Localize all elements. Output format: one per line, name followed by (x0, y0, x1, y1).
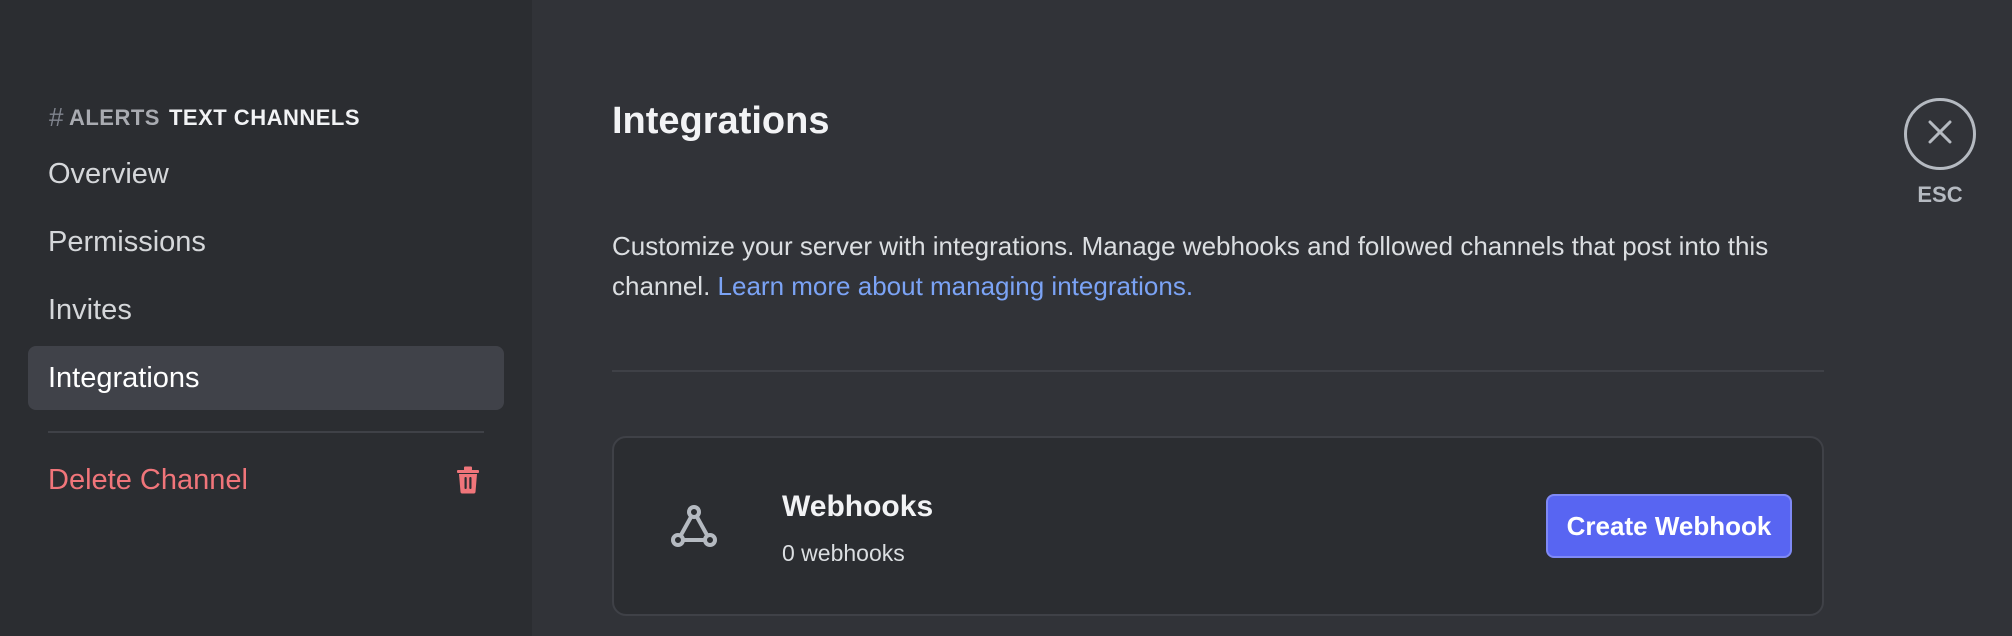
webhooks-title: Webhooks (782, 490, 934, 523)
sidebar-header: # ALERTS TEXT CHANNELS (49, 102, 360, 133)
content-divider (612, 370, 1824, 372)
create-webhook-button[interactable]: Create Webhook (1546, 494, 1792, 558)
webhooks-card: Webhooks 0 webhooks Create Webhook (612, 436, 1824, 616)
sidebar-item-label: Permissions (48, 225, 206, 258)
sidebar-item-integrations[interactable]: Integrations (28, 346, 504, 410)
delete-channel-label: Delete Channel (48, 463, 248, 496)
sidebar-divider (48, 431, 484, 433)
webhook-icon (668, 500, 720, 552)
trash-icon (456, 466, 480, 494)
close-button[interactable] (1904, 98, 1976, 170)
learn-more-link[interactable]: Learn more about managing integrations. (718, 271, 1194, 301)
close-control: ESC (1904, 98, 1976, 208)
channel-settings: # ALERTS TEXT CHANNELS Overview Permissi… (0, 0, 2012, 636)
sidebar-item-label: Invites (48, 293, 132, 326)
webhooks-count: 0 webhooks (782, 540, 905, 566)
delete-channel-button[interactable]: Delete Channel (28, 448, 504, 512)
sidebar-item-label: Overview (48, 157, 169, 190)
page-title: Integrations (612, 100, 830, 142)
hash-icon: # (49, 102, 64, 132)
close-icon (1927, 119, 1953, 150)
sidebar-item-overview[interactable]: Overview (28, 142, 504, 206)
channel-category: TEXT CHANNELS (168, 104, 361, 130)
esc-label: ESC (1917, 182, 1963, 207)
channel-name: ALERTS (68, 104, 160, 130)
settings-sidebar: # ALERTS TEXT CHANNELS Overview Permissi… (0, 0, 532, 636)
page-description: Customize your server with integrations.… (612, 226, 1852, 306)
sidebar-item-label: Integrations (48, 361, 200, 394)
sidebar-item-invites[interactable]: Invites (28, 278, 504, 342)
sidebar-item-permissions[interactable]: Permissions (28, 210, 504, 274)
